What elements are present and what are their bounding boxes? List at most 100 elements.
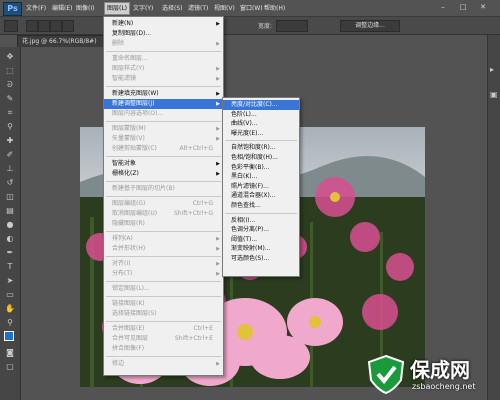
adjustment-item[interactable]: 照片滤镜(F)... — [223, 182, 299, 192]
adjustment-item[interactable]: 曝光度(E)... — [223, 129, 299, 139]
adjustment-item[interactable]: 通道混合器(X)... — [223, 191, 299, 201]
type-tool-icon[interactable]: T — [3, 261, 17, 273]
intersect-selection-icon[interactable] — [62, 20, 74, 32]
submenu-arrow-icon: ▶ — [216, 261, 220, 267]
layer-menu-item[interactable]: 新建调整图层(J) ▶ — [104, 99, 223, 109]
foreground-color-swatch[interactable] — [4, 331, 14, 341]
menu-item-label: 新建填充图层(W) — [112, 90, 159, 97]
menu-4[interactable]: 文字(Y) — [131, 3, 155, 14]
menu-item-label: 修边 — [112, 360, 125, 367]
dodge-tool-icon[interactable]: ◐ — [3, 233, 17, 245]
menu-item-label: 拼合图像(F) — [112, 345, 145, 352]
adjustment-item[interactable]: 颜色查找... — [223, 201, 299, 211]
stamp-tool-icon[interactable]: ⊥ — [3, 163, 17, 175]
path-select-tool-icon[interactable]: ➤ — [3, 275, 17, 287]
panel-icon[interactable]: ▸ — [490, 65, 499, 74]
layer-menu-item[interactable]: 智能对象 ▶ — [104, 159, 223, 169]
eyedropper-tool-icon[interactable]: ⚲ — [3, 121, 17, 133]
submenu-arrow-icon: ▶ — [216, 161, 220, 167]
menu-2[interactable]: 图像(I) — [74, 3, 96, 14]
zoom-tool-icon[interactable]: ⚲ — [3, 317, 17, 329]
pen-tool-icon[interactable]: ✒ — [3, 247, 17, 259]
submenu-arrow-icon: ▶ — [216, 76, 220, 82]
menu-item-label: 新建(N) — [112, 20, 134, 27]
menu-item-label: 隐藏图层(R) — [112, 220, 145, 227]
quick-select-tool-icon[interactable]: ✎ — [3, 93, 17, 105]
menu-item-label: 图层蒙版(M) — [112, 125, 146, 132]
adjustment-item[interactable]: 黑白(K)... — [223, 172, 299, 182]
crop-tool-icon[interactable]: ⌗ — [3, 107, 17, 119]
layer-menu-item: 修边 ▶ — [104, 359, 223, 369]
panel-icon[interactable]: ▣ — [490, 90, 499, 99]
adjustment-item[interactable]: 色彩平衡(B)... — [223, 163, 299, 173]
hand-tool-icon[interactable]: ✋ — [3, 303, 17, 315]
menu-3[interactable]: 图层(L) — [104, 2, 131, 15]
adjustment-item[interactable]: 色调分离(P)... — [223, 225, 299, 235]
maximize-button[interactable]: □ — [456, 2, 470, 12]
menu-separator — [106, 156, 221, 157]
shield-logo-icon — [367, 354, 405, 394]
eraser-tool-icon[interactable]: ◫ — [3, 191, 17, 203]
menu-item-label: 对齐(I) — [112, 260, 131, 267]
menu-separator — [106, 121, 221, 122]
menu-5[interactable]: 选择(S) — [160, 3, 185, 14]
menu-7[interactable]: 视图(V) — [212, 3, 237, 14]
menu-item-shortcut: Shift+Ctrl+G — [173, 210, 213, 217]
width-field[interactable] — [276, 20, 308, 32]
menu-item-label: 新建调整图层(J) — [112, 100, 155, 107]
menu-8[interactable]: 窗口(W) — [238, 3, 265, 14]
adjustment-item[interactable]: 阈值(T)... — [223, 235, 299, 245]
add-selection-icon[interactable] — [38, 20, 50, 32]
layer-menu-item: 链接图层(K) — [104, 299, 223, 309]
adjustment-item[interactable]: 可选颜色(S)... — [223, 254, 299, 264]
menu-separator — [106, 231, 221, 232]
marquee-tool-icon[interactable]: ⬚ — [3, 65, 17, 77]
adjustment-item[interactable]: 自然饱和度(R)... — [223, 143, 299, 153]
adjustment-item[interactable]: 反相(I)... — [223, 216, 299, 226]
adjustment-item[interactable]: 色相/饱和度(H)... — [223, 153, 299, 163]
blur-tool-icon[interactable]: ● — [3, 219, 17, 231]
layer-menu-item: 锁定图层(L)... — [104, 284, 223, 294]
move-tool-icon[interactable]: ✥ — [3, 51, 17, 63]
menu-item-label: 重命名图层... — [112, 55, 148, 62]
submenu-arrow-icon: ▶ — [216, 136, 220, 142]
adjustment-item[interactable]: 渐变映射(M)... — [223, 244, 299, 254]
menu-separator — [106, 181, 221, 182]
adjustment-item[interactable]: 亮度/对比度(C)... — [223, 100, 299, 110]
lasso-tool-icon[interactable]: ᘐ — [3, 79, 17, 91]
layer-menu-item[interactable]: 栅格化(Z) ▶ — [104, 169, 223, 179]
menu-9[interactable]: 帮助(H) — [262, 3, 287, 14]
menu-item-label: 选择链接图层(S) — [112, 310, 157, 317]
menu-6[interactable]: 滤镜(T) — [186, 3, 210, 14]
menu-item-label: 合并可见图层 — [112, 335, 149, 342]
screen-mode-icon[interactable]: ▢ — [3, 361, 17, 373]
shape-tool-icon[interactable]: ▭ — [3, 289, 17, 301]
layer-menu-item: 隐藏图层(R) — [104, 219, 223, 229]
new-selection-icon[interactable] — [26, 20, 38, 32]
refine-edge-button[interactable]: 调整边缘... — [340, 20, 400, 32]
quick-mask-icon[interactable]: ◙ — [3, 347, 17, 359]
menu-item-label: 复制图层(D)... — [112, 30, 152, 37]
menu-1[interactable]: 编辑(E) — [50, 3, 74, 14]
layer-menu-item: 智能滤镜 ▶ — [104, 74, 223, 84]
layer-menu-item[interactable]: 新建填充图层(W) ▶ — [104, 89, 223, 99]
watermark-url: zsbaocheng.net — [412, 382, 476, 391]
right-panel-strip: ▸ ▣ — [487, 35, 500, 400]
brush-tool-icon[interactable]: ✐ — [3, 149, 17, 161]
layer-menu-item[interactable]: 新建(N) ▶ — [104, 19, 223, 29]
subtract-selection-icon[interactable] — [50, 20, 62, 32]
options-bar: 宽度: 调整边缘... — [0, 17, 500, 35]
layer-menu-item[interactable]: 复制图层(D)... — [104, 29, 223, 39]
adjustment-item[interactable]: 曲线(V)... — [223, 119, 299, 129]
minimize-button[interactable]: – — [436, 2, 450, 12]
adjustment-item[interactable]: 色阶(L)... — [223, 110, 299, 120]
menu-separator — [106, 296, 221, 297]
tool-preset-icon[interactable] — [4, 20, 18, 32]
menu-separator — [106, 321, 221, 322]
history-brush-tool-icon[interactable]: ↺ — [3, 177, 17, 189]
gradient-tool-icon[interactable]: ▤ — [3, 205, 17, 217]
healing-tool-icon[interactable]: ✚ — [3, 135, 17, 147]
close-button[interactable]: ✕ — [476, 2, 490, 12]
menu-item-label: 图层编组(G) — [112, 200, 146, 207]
menu-0[interactable]: 文件(F) — [24, 3, 48, 14]
